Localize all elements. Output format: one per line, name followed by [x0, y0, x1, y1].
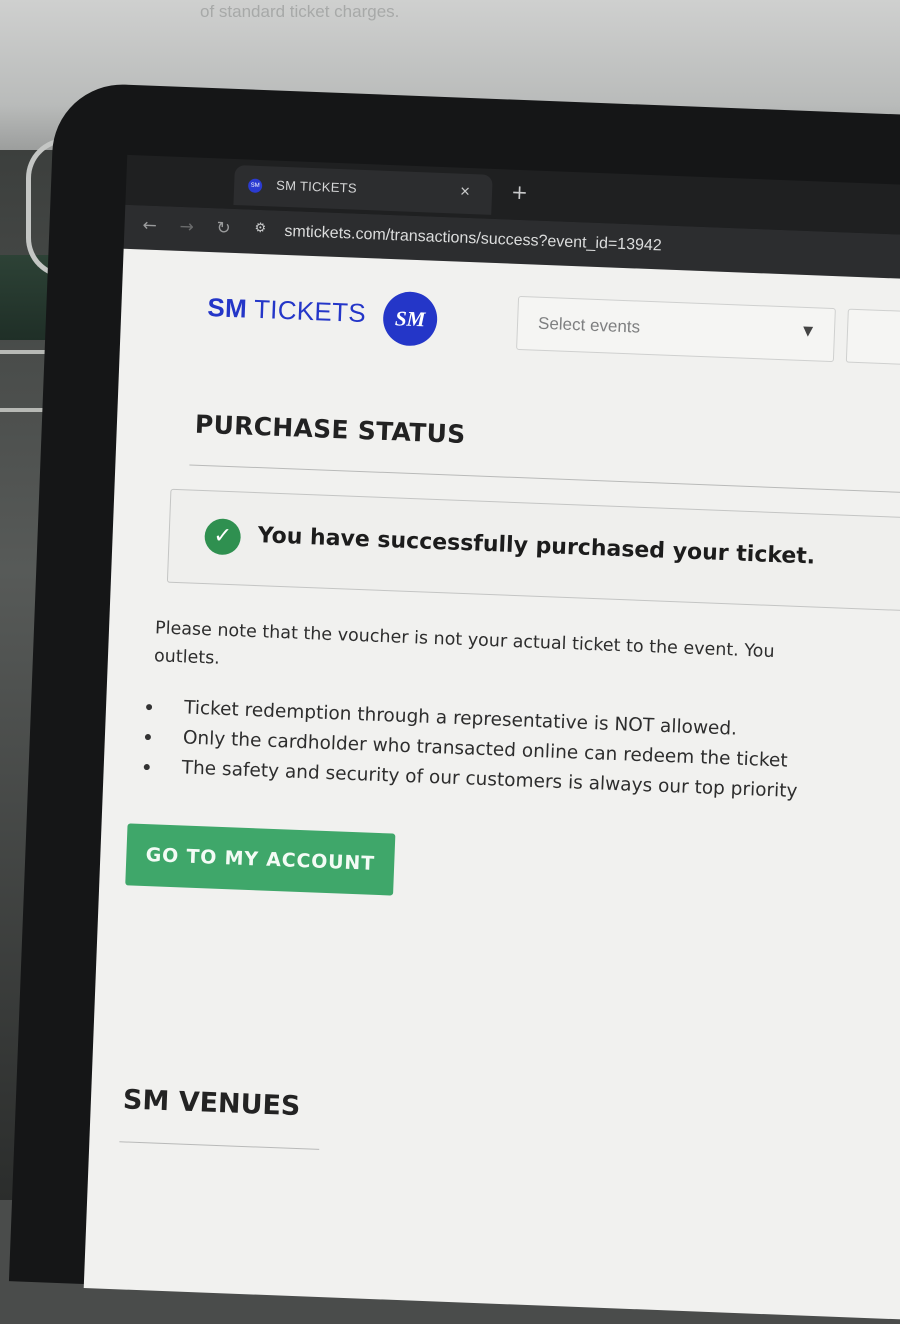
bullet-icon [145, 703, 153, 711]
close-icon[interactable]: × [460, 182, 471, 202]
sm-tickets-logo[interactable]: SM TICKETS [207, 292, 367, 329]
paper-text: of standard ticket charges. [200, 2, 400, 21]
check-circle-icon: ✓ [203, 518, 242, 556]
logo-tickets-text: TICKETS [253, 293, 367, 329]
page-title: PURCHASE STATUS [194, 409, 466, 450]
logo-sm-text: SM [206, 292, 248, 324]
success-message: You have successfully purchased your tic… [257, 523, 816, 570]
sm-favicon-icon: SM [247, 178, 263, 194]
caret-down-icon: ▼ [802, 323, 814, 340]
success-alert: ✓ You have successfully purchased your t… [166, 488, 900, 615]
tab-title: SM TICKETS [275, 177, 358, 196]
web-page: SM TICKETS SM Select events ▼ PURCHASE S… [83, 248, 900, 1323]
voucher-note: Please note that the voucher is not your… [153, 614, 900, 702]
title-divider [189, 464, 900, 497]
back-arrow-icon[interactable]: ← [142, 215, 157, 236]
laptop-screen: SM SM TICKETS × + ← → ↻ ⚙ smtickets.com/… [8, 82, 900, 1323]
redemption-rules-list: Ticket redemption through a representati… [143, 692, 900, 815]
go-to-my-account-button[interactable]: GO TO MY ACCOUNT [125, 823, 396, 896]
forward-arrow-icon[interactable]: → [179, 217, 194, 238]
bullet-icon [143, 763, 150, 771]
new-tab-icon[interactable]: + [511, 180, 529, 205]
reload-icon[interactable]: ↻ [216, 218, 231, 239]
header-search-box[interactable] [845, 308, 900, 365]
browser-tab-active[interactable]: SM SM TICKETS × [233, 164, 493, 215]
select-events-placeholder: Select events [537, 313, 641, 337]
sm-venues-heading: SM VENUES [122, 1084, 301, 1123]
sm-badge-icon: SM [382, 290, 439, 347]
site-info-icon[interactable]: ⚙ [254, 221, 275, 242]
address-bar[interactable]: smtickets.com/transactions/success?event… [284, 223, 662, 255]
venues-divider [119, 1141, 320, 1150]
select-events-dropdown[interactable]: Select events ▼ [516, 295, 836, 363]
bullet-icon [144, 733, 152, 741]
